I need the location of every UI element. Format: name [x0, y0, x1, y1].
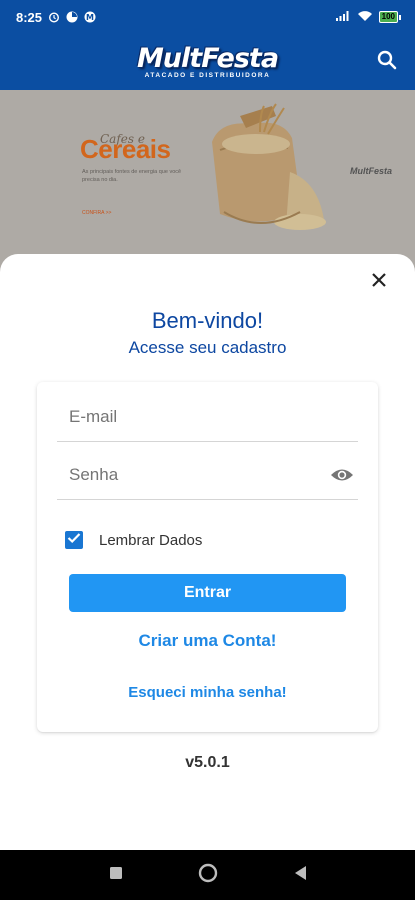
password-field[interactable]	[69, 457, 319, 493]
wifi-icon	[357, 10, 373, 25]
recents-button[interactable]	[106, 865, 126, 885]
app-bar: MultFesta ATACADO E DISTRIBUIDORA	[0, 34, 415, 90]
search-button[interactable]	[371, 46, 403, 78]
status-bar: 8:25 M 100	[0, 0, 415, 34]
alarm-icon	[48, 11, 60, 23]
close-button[interactable]	[367, 270, 391, 294]
signal-icon	[335, 10, 351, 25]
home-button[interactable]	[198, 863, 218, 888]
recents-icon	[109, 866, 123, 885]
brand-logo: MultFesta ATACADO E DISTRIBUIDORA	[136, 42, 279, 80]
system-nav-bar	[0, 850, 415, 900]
battery-level: 100	[378, 11, 398, 23]
remember-label: Lembrar Dados	[99, 531, 203, 549]
back-icon	[293, 865, 307, 886]
remember-row[interactable]: Lembrar Dados	[65, 531, 202, 549]
logo-tagline: ATACADO E DISTRIBUIDORA	[144, 71, 271, 79]
check-icon	[67, 531, 81, 549]
enter-button[interactable]: Entrar	[69, 574, 346, 612]
welcome-title: Bem-vindo!	[151, 308, 264, 333]
create-account-link[interactable]: Criar uma Conta!	[37, 631, 378, 651]
logo-text: MultFesta	[136, 42, 279, 74]
status-time: 8:25	[16, 9, 43, 25]
remember-checkbox[interactable]	[65, 531, 83, 549]
close-icon	[371, 272, 387, 293]
home-icon	[198, 863, 218, 888]
login-card: Lembrar Dados Entrar Criar uma Conta! Es…	[37, 382, 378, 732]
notification-app-icon-2: M	[84, 11, 96, 23]
email-field[interactable]	[69, 399, 319, 435]
battery-icon: 100	[378, 11, 401, 23]
back-button[interactable]	[290, 865, 310, 885]
toggle-password-visibility-button[interactable]	[328, 465, 356, 489]
app-version: v5.0.1	[185, 754, 230, 771]
search-icon	[377, 50, 397, 75]
notification-app-icon	[66, 11, 78, 23]
forgot-password-link[interactable]: Esqueci minha senha!	[37, 684, 378, 701]
svg-text:M: M	[86, 13, 94, 22]
welcome-subtitle: Acesse seu cadastro	[128, 338, 287, 357]
eye-icon	[330, 467, 354, 488]
password-field-container	[57, 444, 358, 500]
login-sheet: Bem-vindo! Acesse seu cadastro Lembrar D…	[0, 254, 415, 850]
email-field-container	[57, 386, 358, 442]
